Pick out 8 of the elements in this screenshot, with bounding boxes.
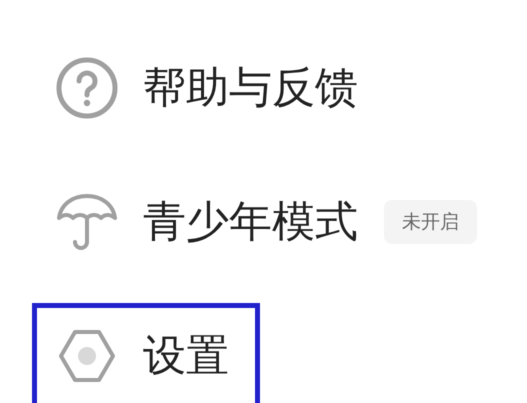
help-icon — [55, 56, 119, 120]
menu-label: 帮助与反馈 — [143, 62, 358, 115]
status-badge: 未开启 — [384, 200, 477, 244]
menu-item[interactable]: 青少年模式 未开启 — [32, 169, 508, 275]
highlighted-menu-item[interactable]: 设置 — [32, 303, 260, 403]
menu-label: 设置 — [143, 330, 229, 383]
menu-label: 青少年模式 — [143, 196, 358, 249]
menu-item[interactable]: 帮助与反馈 — [32, 35, 389, 141]
